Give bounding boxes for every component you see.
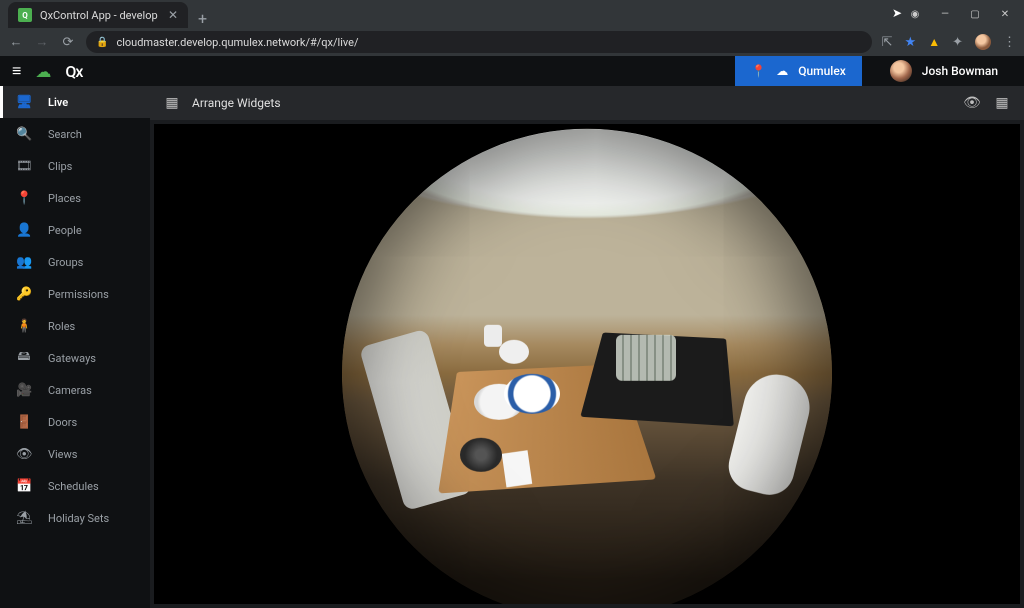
sidebar-item-views[interactable]: 👁 Views <box>0 438 150 470</box>
lock-icon: 🔒 <box>96 37 108 48</box>
sidebar-item-doors[interactable]: 🚪 Doors <box>0 406 150 438</box>
holiday-sets-icon: ⛱ <box>16 511 32 526</box>
bookmark-star-icon[interactable]: ★ <box>905 35 917 50</box>
sidebar-item-live[interactable]: 🖥 Live <box>0 86 150 118</box>
user-avatar <box>890 60 912 82</box>
sidebar-item-label: Permissions <box>48 288 109 301</box>
tab-close-icon[interactable]: ✕ <box>168 8 178 22</box>
nav-reload-icon[interactable]: ⟳ <box>60 35 76 50</box>
sidebar-item-label: Clips <box>48 160 72 173</box>
sidebar-item-search[interactable]: 🔍 Search <box>0 118 150 150</box>
user-menu[interactable]: Josh Bowman <box>876 60 1012 82</box>
cameras-icon: 🎥 <box>16 383 32 398</box>
sidebar-item-label: People <box>48 224 82 237</box>
people-icon: 👤 <box>16 223 32 238</box>
profile-avatar-icon[interactable] <box>975 34 991 50</box>
sidebar-item-label: Search <box>48 128 82 141</box>
sidebar-item-label: Roles <box>48 320 75 333</box>
video-viewer <box>150 120 1024 608</box>
nav-back-icon[interactable]: ← <box>8 34 24 50</box>
browser-toolbar: ← → ⟳ 🔒 cloudmaster.develop.qumulex.netw… <box>0 28 1024 56</box>
browser-menu-icon[interactable]: ⋮ <box>1003 35 1016 50</box>
live-icon: 🖥 <box>16 95 32 110</box>
url-text: cloudmaster.develop.qumulex.network/#/qx… <box>116 36 358 49</box>
groups-icon: 👥 <box>16 255 32 270</box>
install-app-icon[interactable]: ⇱ <box>882 35 893 50</box>
app-header: ≡ ☁ Qx 📍 ☁ Qumulex Josh Bowman <box>0 56 1024 86</box>
permissions-icon: 🔑 <box>16 287 32 302</box>
sidebar-item-holiday-sets[interactable]: ⛱ Holiday Sets <box>0 502 150 534</box>
tab-title: QxControl App - develop <box>40 9 160 22</box>
sidebar: 🖥 Live 🔍 Search 🎞 Clips 📍 Places 👤 People 👥 Groups 🔑… <box>0 86 150 608</box>
sidebar-item-gateways[interactable]: 🖴 Gateways <box>0 342 150 374</box>
sidebar-item-label: Places <box>48 192 81 205</box>
cloud-icon[interactable]: ☁ <box>35 62 51 81</box>
sidebar-item-permissions[interactable]: 🔑 Permissions <box>0 278 150 310</box>
pin-icon: 📍 <box>751 64 766 78</box>
window-titlebar: Q QxControl App - develop ✕ + ➤ ◉ — ▢ ✕ <box>0 0 1024 28</box>
location-label: Qumulex <box>798 64 846 78</box>
schedules-icon: 📅 <box>16 479 32 494</box>
fisheye-video <box>342 129 832 604</box>
window-maximize-icon[interactable]: ▢ <box>960 4 990 24</box>
account-indicator-icon[interactable]: ◉ <box>900 4 930 24</box>
sidebar-item-places[interactable]: 📍 Places <box>0 182 150 214</box>
nav-forward-icon: → <box>34 34 50 50</box>
toolbar: ▦ Arrange Widgets 👁 ▦ <box>150 86 1024 120</box>
clips-icon: 🎞 <box>16 159 32 174</box>
sidebar-item-clips[interactable]: 🎞 Clips <box>0 150 150 182</box>
sidebar-item-schedules[interactable]: 📅 Schedules <box>0 470 150 502</box>
visibility-icon[interactable]: 👁 <box>962 95 982 111</box>
search-icon: 🔍 <box>16 127 32 142</box>
address-bar[interactable]: 🔒 cloudmaster.develop.qumulex.network/#/… <box>86 31 872 53</box>
browser-tab[interactable]: Q QxControl App - develop ✕ <box>8 2 188 28</box>
camera-feed[interactable] <box>154 124 1020 604</box>
window-close-icon[interactable]: ✕ <box>990 4 1020 24</box>
sidebar-item-label: Doors <box>48 416 77 429</box>
roles-icon: 🧍 <box>16 319 32 334</box>
menu-icon[interactable]: ≡ <box>12 61 21 81</box>
cloud-small-icon: ☁ <box>776 64 788 78</box>
arrange-widgets-button[interactable]: Arrange Widgets <box>192 96 281 110</box>
sidebar-item-label: Live <box>48 96 68 109</box>
doors-icon: 🚪 <box>16 415 32 430</box>
sidebar-item-cameras[interactable]: 🎥 Cameras <box>0 374 150 406</box>
location-selector[interactable]: 📍 ☁ Qumulex <box>735 56 862 86</box>
app-logo: Qx <box>65 62 82 81</box>
tab-favicon: Q <box>18 8 32 22</box>
gateways-icon: 🖴 <box>16 347 32 369</box>
extensions-icon[interactable]: ✦ <box>952 35 963 50</box>
window-minimize-icon[interactable]: — <box>930 4 960 24</box>
sidebar-item-label: Schedules <box>48 480 99 493</box>
sidebar-item-label: Gateways <box>48 352 96 365</box>
user-name: Josh Bowman <box>922 64 998 78</box>
grid-layout-icon[interactable]: ▦ <box>992 95 1012 111</box>
widgets-grid-icon[interactable]: ▦ <box>162 95 182 111</box>
new-tab-button[interactable]: + <box>188 9 217 28</box>
sidebar-item-label: Cameras <box>48 384 92 397</box>
views-icon: 👁 <box>16 447 32 462</box>
drive-extension-icon[interactable]: ▲ <box>928 35 940 49</box>
sidebar-item-label: Views <box>48 448 77 461</box>
sidebar-item-label: Groups <box>48 256 83 269</box>
main-panel: ▦ Arrange Widgets 👁 ▦ <box>150 86 1024 608</box>
sidebar-item-roles[interactable]: 🧍 Roles <box>0 310 150 342</box>
sidebar-item-groups[interactable]: 👥 Groups <box>0 246 150 278</box>
sidebar-item-label: Holiday Sets <box>48 512 109 525</box>
places-icon: 📍 <box>16 191 32 206</box>
sidebar-item-people[interactable]: 👤 People <box>0 214 150 246</box>
